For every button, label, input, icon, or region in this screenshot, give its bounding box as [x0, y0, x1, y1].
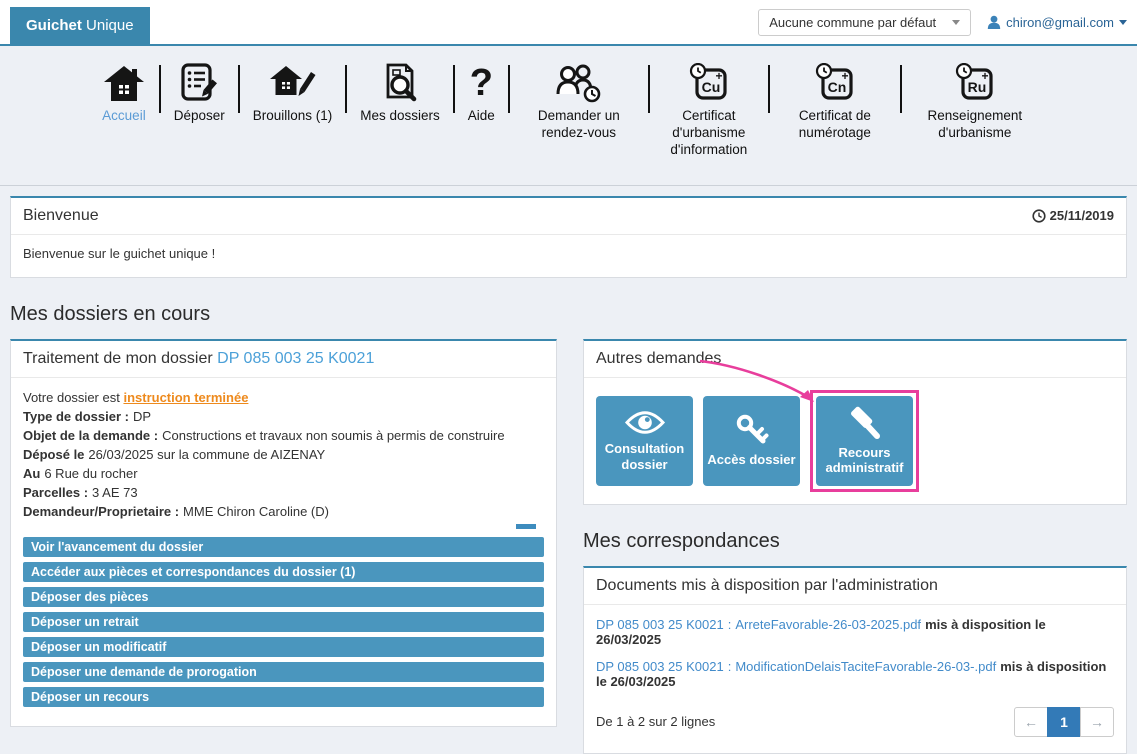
nav-label: Accueil [102, 108, 146, 125]
nav-item-accueil[interactable]: Accueil [89, 59, 159, 125]
tile-acces-dossier[interactable]: Accès dossier [703, 396, 800, 486]
appointment-people-clock-icon [555, 59, 603, 103]
document-row: DP 085 003 25 K0021:ArreteFavorable-26-0… [596, 617, 1114, 647]
clock-icon [1032, 209, 1046, 223]
pagination-prev-button[interactable]: ← [1014, 707, 1048, 737]
tile-recours-administratif[interactable]: Recours administratif [816, 396, 913, 486]
dossier-status-prefix: Votre dossier est [23, 390, 120, 405]
action-deposer-recours-button[interactable]: Déposer un recours [23, 687, 544, 707]
main-nav: Accueil Déposer [0, 46, 1137, 186]
svg-text:+: + [715, 69, 722, 83]
nav-item-deposer[interactable]: Déposer [161, 59, 238, 125]
dossier-panel: Traitement de mon dossier DP 085 003 25 … [10, 339, 557, 728]
document-row: DP 085 003 25 K0021:ModificationDelaisTa… [596, 659, 1114, 689]
deposit-form-icon [179, 59, 219, 103]
nav-label: Certificat d'urbanisme d'information [663, 108, 755, 159]
app-logo-bold: Guichet [26, 17, 82, 34]
document-list: DP 085 003 25 K0021:ArreteFavorable-26-0… [584, 605, 1126, 703]
autres-demandes-title: Autres demandes [596, 350, 721, 368]
drafts-house-pencil-icon [269, 59, 317, 103]
nav-item-certificat-numerotage[interactable]: Cn + Certificat de numérotage [770, 59, 900, 142]
nav-item-brouillons[interactable]: Brouillons (1) [240, 59, 346, 125]
chevron-down-icon [1119, 20, 1127, 25]
dossier-reference-link[interactable]: DP 085 003 25 K0021 [217, 350, 374, 367]
pagination-summary: De 1 à 2 sur 2 lignes [596, 714, 715, 729]
app-logo-light: Unique [86, 17, 134, 34]
key-icon [735, 413, 769, 447]
tile-consultation-dossier[interactable]: Consultation dossier [596, 396, 693, 486]
user-icon [987, 15, 1001, 29]
tile-label: Recours administratif [820, 445, 909, 476]
app-logo[interactable]: Guichet Unique [10, 7, 150, 44]
action-pieces-correspondances-button[interactable]: Accéder aux pièces et correspondances du… [23, 562, 544, 582]
certificate-cu-icon: Cu + [687, 59, 731, 103]
annotation-highlight: Recours administratif [810, 390, 919, 492]
action-deposer-retrait-button[interactable]: Déposer un retrait [23, 612, 544, 632]
correspondances-panel: Documents mis à disposition par l'admini… [583, 566, 1127, 754]
nav-label: Déposer [174, 108, 225, 125]
top-bar: Guichet Unique Aucune commune par défaut… [0, 0, 1137, 46]
nav-label: Aide [468, 108, 495, 125]
nav-item-mes-dossiers[interactable]: Mes dossiers [347, 59, 453, 125]
nav-item-renseignement-urbanisme[interactable]: Ru + Renseignement d'urbanisme [902, 59, 1048, 142]
document-file-link[interactable]: ArreteFavorable-26-03-2025.pdf [735, 617, 921, 632]
user-menu[interactable]: chiron@gmail.com [987, 15, 1127, 30]
collapse-toggle[interactable] [516, 524, 536, 529]
welcome-message: Bienvenue sur le guichet unique ! [11, 235, 1126, 277]
action-deposer-pieces-button[interactable]: Déposer des pièces [23, 587, 544, 607]
welcome-title: Bienvenue [23, 207, 99, 225]
nav-label: Mes dossiers [360, 108, 440, 125]
certificate-cn-icon: Cn + [813, 59, 857, 103]
eye-icon [624, 409, 666, 436]
pagination-page-1-button[interactable]: 1 [1047, 707, 1081, 737]
nav-label: Demander un rendez-vous [523, 108, 635, 142]
nav-label: Brouillons (1) [253, 108, 333, 125]
home-icon [103, 59, 145, 103]
correspondances-panel-title: Documents mis à disposition par l'admini… [596, 577, 938, 595]
action-avancement-button[interactable]: Voir l'avancement du dossier [23, 537, 544, 557]
nav-item-certificat-urbanisme[interactable]: Cu + Certificat d'urbanisme d'informatio… [650, 59, 768, 159]
commune-select-value: Aucune commune par défaut [769, 15, 936, 30]
pagination-next-button[interactable]: → [1080, 707, 1114, 737]
dossier-details: Votre dossier est instruction terminée T… [11, 378, 556, 530]
dossier-actions: Voir l'avancement du dossier Accéder aux… [11, 537, 556, 726]
dossier-status-link[interactable]: instruction terminée [123, 390, 248, 405]
tile-label: Consultation dossier [600, 441, 689, 472]
chevron-down-icon [952, 20, 960, 25]
help-question-icon: ? [470, 59, 493, 103]
renseignement-ru-icon: Ru + [953, 59, 997, 103]
nav-label: Certificat de numérotage [783, 108, 887, 142]
document-reference-link[interactable]: DP 085 003 25 K0021 [596, 617, 724, 632]
autres-demandes-tiles: Consultation dossier Accès dossier [584, 378, 1126, 504]
svg-text:+: + [981, 69, 988, 83]
tile-label: Accès dossier [707, 452, 795, 468]
document-file-link[interactable]: ModificationDelaisTaciteFavorable-26-03-… [735, 659, 996, 674]
nav-item-aide[interactable]: ? Aide [455, 59, 508, 125]
commune-select[interactable]: Aucune commune par défaut [758, 9, 971, 36]
action-deposer-prorogation-button[interactable]: Déposer une demande de prorogation [23, 662, 544, 682]
svg-text:+: + [841, 69, 848, 83]
action-deposer-modificatif-button[interactable]: Déposer un modificatif [23, 637, 544, 657]
autres-demandes-panel: Autres demandes Consultation dossier [583, 339, 1127, 505]
nav-label: Renseignement d'urbanisme [915, 108, 1035, 142]
gavel-icon [847, 406, 883, 440]
dossier-title-prefix: Traitement de mon dossier [23, 350, 213, 367]
welcome-panel: Bienvenue 25/11/2019 Bienvenue sur le gu… [10, 196, 1127, 278]
welcome-date: 25/11/2019 [1032, 208, 1114, 223]
folder-search-icon [381, 59, 419, 103]
user-email: chiron@gmail.com [1006, 15, 1114, 30]
pagination: ← 1 → [1014, 707, 1114, 737]
section-title-correspondances: Mes correspondances [583, 530, 1127, 553]
document-reference-link[interactable]: DP 085 003 25 K0021 [596, 659, 724, 674]
section-title-dossiers: Mes dossiers en cours [10, 303, 1127, 326]
nav-item-rendez-vous[interactable]: Demander un rendez-vous [510, 59, 648, 142]
